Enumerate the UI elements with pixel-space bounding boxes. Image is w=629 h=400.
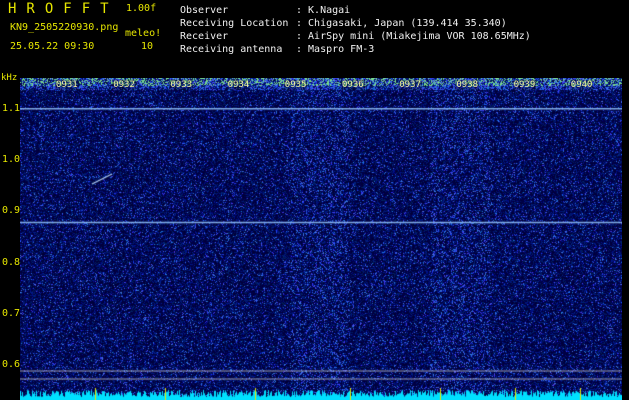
- time-tick-label: 0934: [226, 80, 251, 90]
- spectrogram-canvas: [20, 78, 622, 400]
- y-tick-label: 0.8: [2, 256, 21, 268]
- date-time: 25.05.22 09:30: [10, 41, 95, 52]
- y-tick-label: 1.1: [2, 102, 21, 114]
- info-row-antenna: Receiving antenna: Maspro FM-3: [180, 44, 375, 55]
- info-row-observer: Observer: K.Nagai: [180, 5, 351, 16]
- info-block: Observer: K.Nagai Receiving Location: Ch…: [180, 4, 531, 56]
- y-tick-label: 0.6: [2, 359, 21, 371]
- time-tick-label: 0935: [283, 80, 308, 90]
- y-tick-label: 0.7: [2, 307, 21, 319]
- time-tick-label: 0932: [112, 80, 136, 90]
- time-tick-label: 0940: [569, 80, 594, 90]
- time-tick-label: 0933: [169, 80, 194, 90]
- y-tick-label: 1.0: [2, 154, 21, 166]
- info-row-receiver: Receiver: AirSpy mini (Miakejima VOR 108…: [180, 31, 531, 42]
- app-version: 1.00f: [126, 3, 157, 14]
- time-tick-label: 0939: [512, 80, 537, 90]
- time-tick-label: 0931: [55, 80, 79, 90]
- y-tick-label: 0.9: [2, 205, 21, 217]
- time-tick-label: 0937: [398, 80, 422, 90]
- time-tick-label: 0938: [455, 80, 480, 90]
- time-tick-label: 0936: [341, 80, 365, 90]
- meleo-label: meleo!: [125, 28, 162, 39]
- file-name: KN9_2505220930.png: [10, 22, 119, 33]
- info-row-location: Receiving Location: Chigasaki, Japan (13…: [180, 18, 507, 29]
- unit-label: kHz: [1, 73, 18, 83]
- meleo-value: 10: [141, 41, 154, 52]
- app-logo: HROFFT: [8, 1, 119, 17]
- header-panel: HROFFT 1.00f KN9_2505220930.png 25.05.22…: [0, 0, 629, 78]
